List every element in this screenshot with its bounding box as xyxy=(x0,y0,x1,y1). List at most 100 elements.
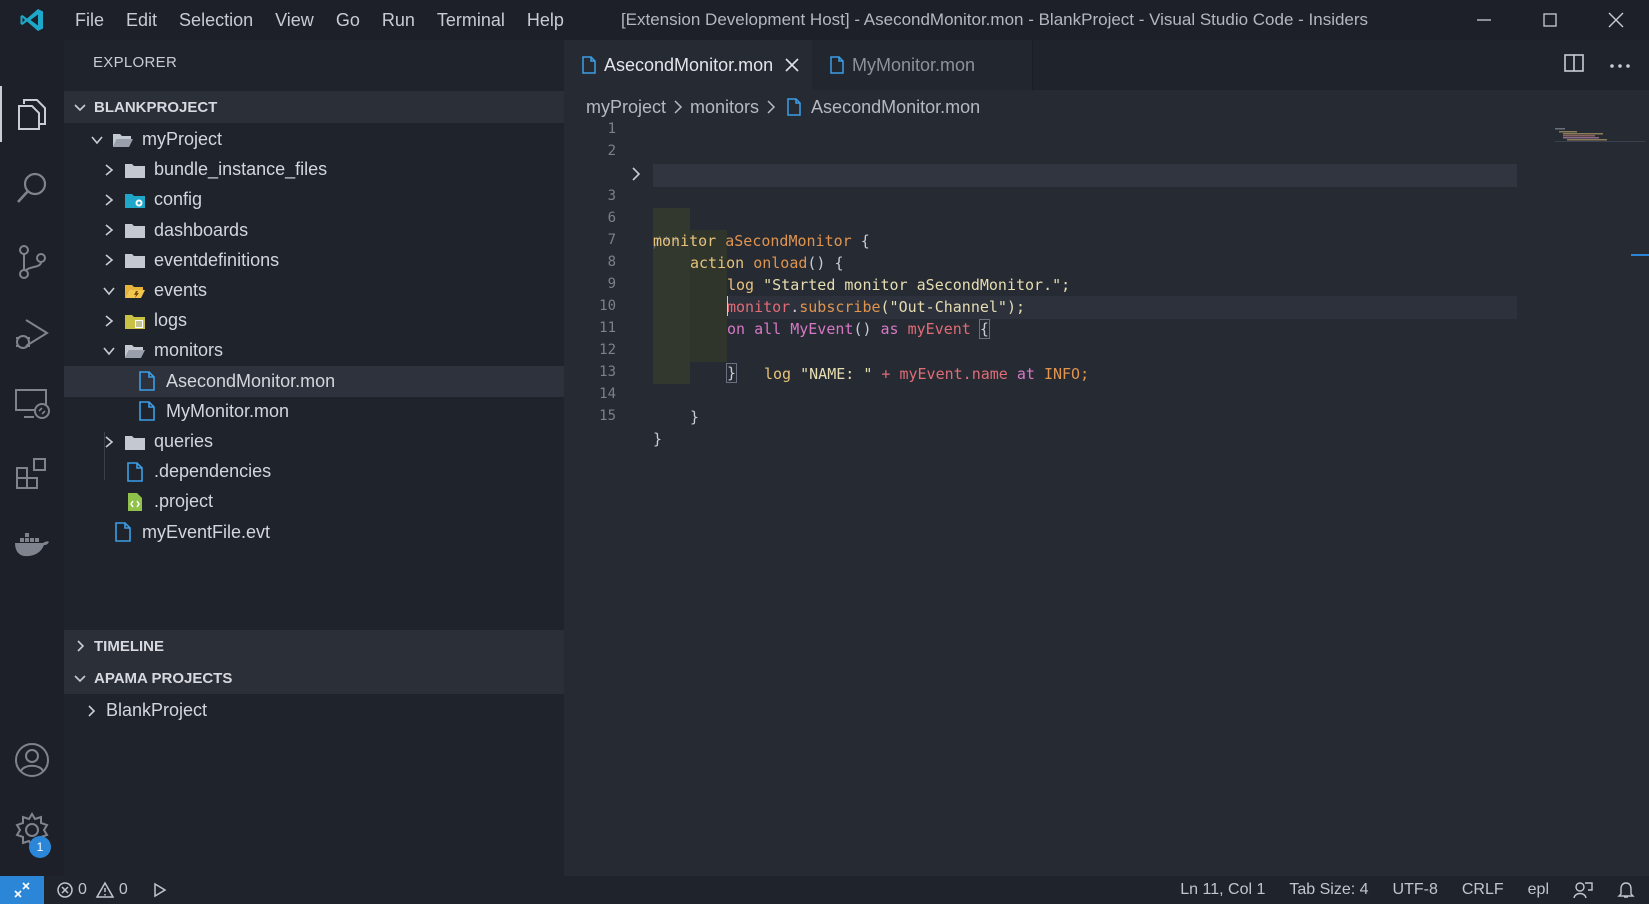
section-timeline[interactable]: TIMELINE xyxy=(64,630,564,662)
chevron-down-icon xyxy=(100,342,118,360)
breadcrumb-item[interactable]: AsecondMonitor.mon xyxy=(811,97,980,118)
tree-item-label: config xyxy=(154,189,203,210)
end-of-line[interactable]: CRLF xyxy=(1462,881,1504,899)
maximize-button[interactable] xyxy=(1517,0,1583,40)
file-icon xyxy=(112,522,134,542)
error-icon xyxy=(57,882,73,898)
vscode-insiders-logo-icon xyxy=(0,0,64,40)
scrollbar-marker xyxy=(1631,254,1649,256)
code-editor[interactable]: 1 2 3 /**··· 6 monitor aSecondMonitor { … xyxy=(564,121,1649,876)
language-mode[interactable]: epl xyxy=(1528,881,1549,899)
tree-item[interactable]: dashboards xyxy=(64,215,564,246)
run-tests-button[interactable] xyxy=(152,882,168,898)
code-line: 3 /**··· xyxy=(564,162,1604,251)
chevron-right-icon xyxy=(100,251,118,269)
run-debug-icon[interactable] xyxy=(0,304,64,364)
code-line: 7 action onload() { xyxy=(564,206,1604,272)
tree-item[interactable]: .dependencies xyxy=(64,456,564,487)
code-line: 6 monitor aSecondMonitor { xyxy=(564,184,1604,250)
minimize-button[interactable] xyxy=(1451,0,1517,40)
apama-project-item[interactable]: BlankProject xyxy=(64,695,564,726)
line-number: 15 xyxy=(599,408,616,424)
notifications-bell-icon[interactable] xyxy=(1617,881,1635,899)
section-blankproject[interactable]: BLANKPROJECT xyxy=(64,91,564,123)
config-folder-icon xyxy=(124,190,146,210)
breadcrumb-item[interactable]: monitors xyxy=(690,97,759,118)
tree-item[interactable]: myProject xyxy=(64,124,564,155)
explorer-icon[interactable] xyxy=(0,84,64,144)
close-tab-icon[interactable] xyxy=(785,58,799,72)
account-icon[interactable] xyxy=(0,730,64,790)
file-icon xyxy=(136,401,158,422)
tree-item[interactable]: eventdefinitions xyxy=(64,245,564,276)
code-line: 1 xyxy=(564,118,1604,141)
tree-item[interactable]: queries xyxy=(64,426,564,457)
chevron-down-icon xyxy=(100,282,118,300)
tab-label: AsecondMonitor.mon xyxy=(604,54,774,75)
remote-explorer-icon[interactable] xyxy=(0,374,64,434)
menu-terminal[interactable]: Terminal xyxy=(426,0,516,40)
close-window-button[interactable] xyxy=(1583,0,1649,40)
split-editor-icon[interactable] xyxy=(1563,53,1585,78)
tree-item-label: events xyxy=(154,280,208,300)
minimap[interactable] xyxy=(1555,128,1645,148)
tree-item[interactable]: bundle_instance_files xyxy=(64,154,564,185)
folder-open-icon xyxy=(112,130,134,150)
title-bar: File Edit Selection View Go Run Terminal… xyxy=(0,0,1649,40)
tree-item-label: logs xyxy=(154,310,188,331)
status-right: Ln 11, Col 1 Tab Size: 4 UTF-8 CRLF epl xyxy=(1180,876,1649,904)
explorer-sidebar: EXPLORER BLANKPROJECT myProject bundle_in… xyxy=(64,40,564,876)
breadcrumb-item[interactable]: myProject xyxy=(586,97,666,118)
tree-item[interactable]: .project xyxy=(64,486,564,517)
menu-run[interactable]: Run xyxy=(371,0,426,40)
line-number: 2 xyxy=(607,143,616,159)
menu-go[interactable]: Go xyxy=(325,0,371,40)
section-apama-projects[interactable]: APAMA PROJECTS xyxy=(64,662,564,694)
tab-label: MyMonitor.mon xyxy=(852,54,976,75)
tab-size[interactable]: Tab Size: 4 xyxy=(1289,881,1368,899)
extensions-icon[interactable] xyxy=(0,444,64,504)
tree-item[interactable]: events xyxy=(64,275,564,306)
menu-file[interactable]: File xyxy=(64,0,115,40)
editor-tab-bar: AsecondMonitor.mon MyMonitor.mon xyxy=(564,40,1649,90)
menu-selection[interactable]: Selection xyxy=(168,0,264,40)
chevron-right-icon xyxy=(100,221,118,239)
menu-bar: File Edit Selection View Go Run Terminal… xyxy=(64,0,575,40)
chevron-right-icon xyxy=(100,161,118,179)
close-icon xyxy=(1608,12,1624,28)
remote-indicator-button[interactable] xyxy=(0,876,44,904)
chevron-right-icon xyxy=(88,704,96,717)
tree-item[interactable]: logs xyxy=(64,305,564,336)
feedback-icon[interactable] xyxy=(1573,881,1593,899)
window-controls xyxy=(1451,0,1649,40)
menu-view[interactable]: View xyxy=(264,0,325,40)
source-control-icon[interactable] xyxy=(0,232,64,292)
tree-item[interactable]: AsecondMonitor.mon xyxy=(64,365,564,397)
tab-mymonitor[interactable]: MyMonitor.mon xyxy=(812,40,1033,90)
text-cursor xyxy=(727,296,728,316)
tree-item[interactable]: config xyxy=(64,184,564,215)
section-title: APAMA PROJECTS xyxy=(94,669,233,687)
section-title: BLANKPROJECT xyxy=(94,98,218,116)
problems-indicator[interactable]: 0 0 xyxy=(56,881,128,899)
file-icon xyxy=(582,56,596,74)
section-title: TIMELINE xyxy=(94,637,164,655)
warning-count: 0 xyxy=(118,881,128,898)
folder-open-icon xyxy=(124,341,146,361)
cursor-position[interactable]: Ln 11, Col 1 xyxy=(1180,881,1265,899)
more-actions-icon[interactable] xyxy=(1609,56,1631,74)
docker-icon[interactable] xyxy=(0,514,64,574)
code-token: } xyxy=(653,430,663,448)
tree-item[interactable]: myEventFile.evt xyxy=(64,517,564,548)
search-icon[interactable] xyxy=(0,158,64,218)
apama-project-label: BlankProject xyxy=(106,700,208,720)
tree-item[interactable]: MyMonitor.mon xyxy=(64,396,564,427)
encoding[interactable]: UTF-8 xyxy=(1393,881,1438,899)
menu-edit[interactable]: Edit xyxy=(115,0,168,40)
tab-asecondmonitor[interactable]: AsecondMonitor.mon xyxy=(564,40,812,90)
tree-item-label: eventdefinitions xyxy=(154,249,280,270)
tree-item[interactable]: monitors xyxy=(64,335,564,366)
